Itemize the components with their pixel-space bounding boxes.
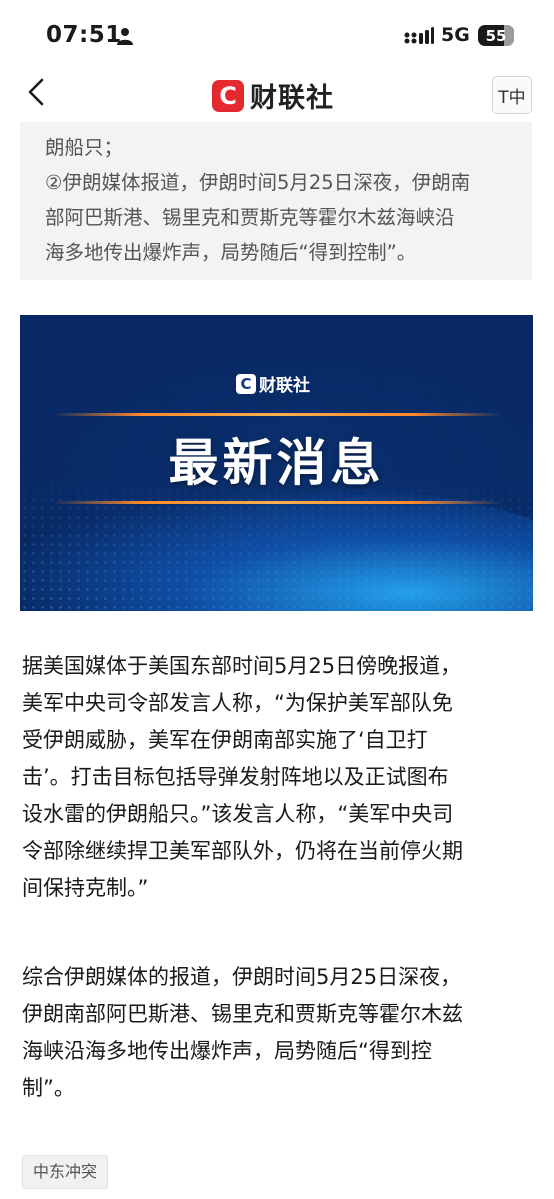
summary-line: 海多地传出爆炸声，局势随后“得到控制”。 (45, 241, 417, 264)
article-line: 伊朗南部阿巴斯港、锡里克和贾斯克等霍尔木兹 (22, 1002, 463, 1026)
brand-logo: C 财联社 (212, 76, 334, 115)
banner-logo-mark: C (236, 373, 256, 394)
article-paragraph: 据美国媒体于美国东部时间5月25日傍晚报道， 美军中央司令部发言人称，“为保护美… (22, 648, 534, 907)
banner-logo: C 财联社 (236, 371, 310, 396)
font-size-button[interactable]: T中 (492, 76, 532, 114)
article-line: 海峡沿海多地传出爆炸声，局势随后“得到控 (22, 1039, 432, 1063)
summary-line: ②伊朗媒体报道，伊朗时间5月25日深夜，伊朗南 (45, 171, 471, 194)
article-line: 间保持克制。” (22, 876, 149, 900)
news-banner-image[interactable]: C 财联社 最新消息 (20, 315, 533, 611)
article-line: 美军中央司令部发言人称，“为保护美军部队免 (22, 691, 453, 715)
person-icon (117, 28, 133, 45)
article-line: 综合伊朗媒体的报道，伊朗时间5月25日深夜， (22, 965, 462, 989)
signal-icon (404, 27, 434, 44)
banner-title: 最新消息 (168, 434, 385, 492)
article-line: 击’。打击目标包括导弹发射阵地以及正试图布 (22, 765, 449, 789)
banner-bottom-rule (52, 501, 502, 504)
banner-top-rule (52, 413, 502, 416)
brand-name: 财联社 (250, 83, 334, 114)
brand-logo-mark: C (212, 79, 244, 112)
back-button[interactable] (20, 74, 56, 110)
status-bar: 07:51 5G 55 (0, 0, 554, 70)
battery-icon: 55 (478, 25, 514, 46)
article-line: 设水雷的伊朗船只。”该发言人称，“美军中央司 (22, 802, 454, 826)
summary-line: 部阿巴斯港、锡里克和贾斯克等霍尔木兹海峡沿 (45, 206, 455, 229)
topic-tag[interactable]: 中东冲突 (22, 1155, 109, 1189)
summary-text: 朗船只； ②伊朗媒体报道，伊朗时间5月25日深夜，伊朗南 部阿巴斯港、锡里克和贾… (45, 130, 525, 270)
banner-logo-text: 财联社 (259, 376, 310, 396)
summary-line: 朗船只； (45, 136, 124, 159)
summary-box: 朗船只； ②伊朗媒体报道，伊朗时间5月25日深夜，伊朗南 部阿巴斯港、锡里克和贾… (20, 122, 532, 280)
article-line: 据美国媒体于美国东部时间5月25日傍晚报道， (22, 654, 462, 678)
article-line: 受伊朗威胁，美军在伊朗南部实施了‘自卫打 (22, 728, 428, 752)
status-time: 07:51 (46, 22, 122, 48)
article-line: 令部除继续捍卫美军部队外，仍将在当前停火期 (22, 839, 463, 863)
nav-bar: C 财联社 T中 (0, 70, 554, 122)
article-paragraph: 综合伊朗媒体的报道，伊朗时间5月25日深夜， 伊朗南部阿巴斯港、锡里克和贾斯克等… (22, 959, 534, 1107)
network-label: 5G (441, 24, 470, 46)
article-line: 制”。 (22, 1076, 75, 1100)
battery-level: 55 (485, 26, 507, 45)
